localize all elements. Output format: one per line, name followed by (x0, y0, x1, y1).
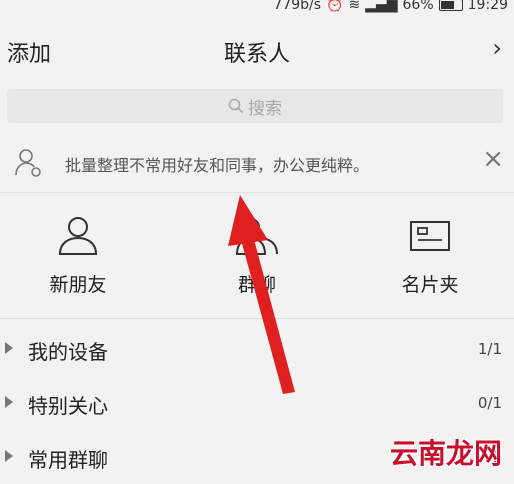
watermark-logo: 云南龙网 (389, 437, 502, 470)
annotation-arrow-icon (228, 195, 295, 394)
